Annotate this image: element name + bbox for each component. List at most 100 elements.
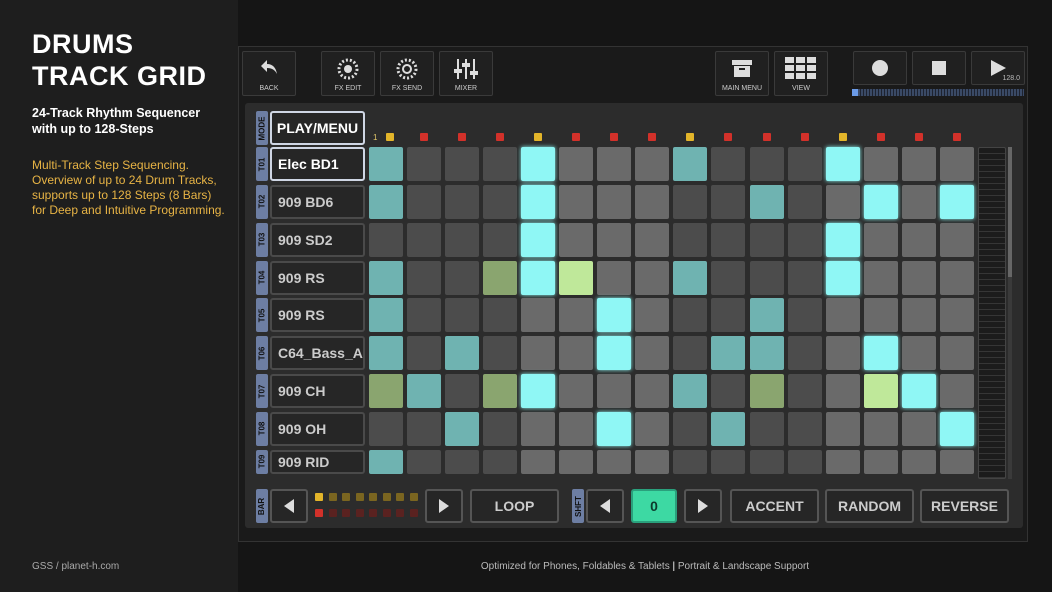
step-pad[interactable] (863, 222, 898, 257)
step-pad[interactable] (521, 184, 556, 219)
step-pad[interactable] (369, 147, 403, 181)
step-pad[interactable] (901, 147, 936, 181)
step-pad[interactable] (901, 374, 936, 409)
step-pad[interactable] (863, 184, 898, 219)
step-pad[interactable] (559, 411, 594, 446)
bar-indicator[interactable] (315, 509, 323, 517)
scrollbar-thumb[interactable] (1008, 147, 1012, 277)
step-pad[interactable] (407, 222, 442, 257)
step-pad[interactable] (939, 184, 974, 219)
step-pad[interactable] (787, 147, 822, 181)
accent-button[interactable]: ACCENT (730, 489, 819, 523)
step-pad[interactable] (407, 298, 442, 333)
step-pad[interactable] (787, 411, 822, 446)
step-pad[interactable] (939, 147, 974, 181)
step-pad[interactable] (635, 147, 670, 181)
step-pad[interactable] (445, 336, 480, 371)
song-position-bar[interactable] (852, 89, 1024, 96)
step-pad[interactable] (939, 411, 974, 446)
step-pad[interactable] (825, 411, 860, 446)
track-name-button[interactable]: 909 RS (270, 260, 365, 295)
bar-indicator[interactable] (382, 509, 391, 517)
track-name-button[interactable]: 909 BD6 (270, 184, 365, 219)
step-pad[interactable] (445, 449, 480, 474)
mode-button[interactable]: PLAY/MENU (270, 111, 365, 145)
step-pad[interactable] (673, 184, 708, 219)
step-pad[interactable] (483, 336, 518, 371)
mixer-button[interactable]: MIXER (439, 51, 493, 96)
step-pad[interactable] (939, 374, 974, 409)
step-pad[interactable] (749, 449, 784, 474)
step-pad[interactable] (749, 411, 784, 446)
step-pad[interactable] (597, 449, 632, 474)
step-pad[interactable] (521, 336, 556, 371)
step-pad[interactable] (635, 336, 670, 371)
step-pad[interactable] (749, 298, 784, 333)
step-pad[interactable] (901, 222, 936, 257)
step-pad[interactable] (369, 374, 403, 409)
step-pad[interactable] (369, 449, 403, 474)
step-pad[interactable] (673, 411, 708, 446)
step-pad[interactable] (521, 260, 556, 295)
step-pad[interactable] (369, 336, 403, 371)
bar-indicator[interactable] (355, 493, 364, 501)
bar-indicator[interactable] (355, 509, 364, 517)
step-pad[interactable] (901, 298, 936, 333)
step-pad[interactable] (597, 260, 632, 295)
step-pad[interactable] (559, 298, 594, 333)
shift-right-button[interactable] (684, 489, 722, 523)
step-pad[interactable] (483, 184, 518, 219)
step-pad[interactable] (407, 411, 442, 446)
track-name-button[interactable]: C64_Bass_A (270, 336, 365, 371)
step-pad[interactable] (559, 184, 594, 219)
main-menu-button[interactable]: MAIN MENU (715, 51, 769, 96)
step-pad[interactable] (939, 260, 974, 295)
step-pad[interactable] (673, 260, 708, 295)
step-pad[interactable] (369, 298, 403, 333)
step-pad[interactable] (673, 449, 708, 474)
step-pad[interactable] (863, 449, 898, 474)
step-pad[interactable] (445, 184, 480, 219)
step-pad[interactable] (597, 336, 632, 371)
step-pad[interactable] (787, 184, 822, 219)
step-pad[interactable] (597, 184, 632, 219)
step-pad[interactable] (787, 298, 822, 333)
step-pad[interactable] (939, 336, 974, 371)
bar-indicator[interactable] (409, 493, 418, 501)
track-name-button[interactable]: 909 OH (270, 411, 365, 446)
step-pad[interactable] (369, 222, 403, 257)
step-pad[interactable] (407, 184, 442, 219)
track-name-button[interactable]: 909 SD2 (270, 222, 365, 257)
bar-indicator[interactable] (396, 509, 404, 517)
step-pad[interactable] (521, 374, 556, 409)
bar-prev-button[interactable] (270, 489, 308, 523)
step-pad[interactable] (483, 374, 518, 409)
step-pad[interactable] (863, 374, 898, 409)
step-pad[interactable] (711, 336, 746, 371)
step-pad[interactable] (711, 260, 746, 295)
step-pad[interactable] (749, 184, 784, 219)
step-pad[interactable] (369, 184, 403, 219)
step-pad[interactable] (863, 298, 898, 333)
bar-indicator[interactable] (315, 493, 323, 501)
step-pad[interactable] (825, 336, 860, 371)
step-pad[interactable] (483, 449, 518, 474)
step-pad[interactable] (825, 184, 860, 219)
view-button[interactable]: VIEW (774, 51, 828, 96)
step-pad[interactable] (825, 147, 860, 181)
step-pad[interactable] (597, 298, 632, 333)
step-pad[interactable] (521, 298, 556, 333)
step-pad[interactable] (711, 298, 746, 333)
step-pad[interactable] (939, 222, 974, 257)
step-pad[interactable] (749, 260, 784, 295)
step-pad[interactable] (863, 260, 898, 295)
step-pad[interactable] (521, 222, 556, 257)
step-pad[interactable] (635, 374, 670, 409)
step-pad[interactable] (635, 260, 670, 295)
random-button[interactable]: RANDOM (825, 489, 914, 523)
step-pad[interactable] (597, 222, 632, 257)
step-pad[interactable] (369, 411, 403, 446)
bar-indicator[interactable] (369, 509, 377, 517)
vertical-scrollbar[interactable] (1008, 147, 1012, 479)
step-pad[interactable] (787, 336, 822, 371)
